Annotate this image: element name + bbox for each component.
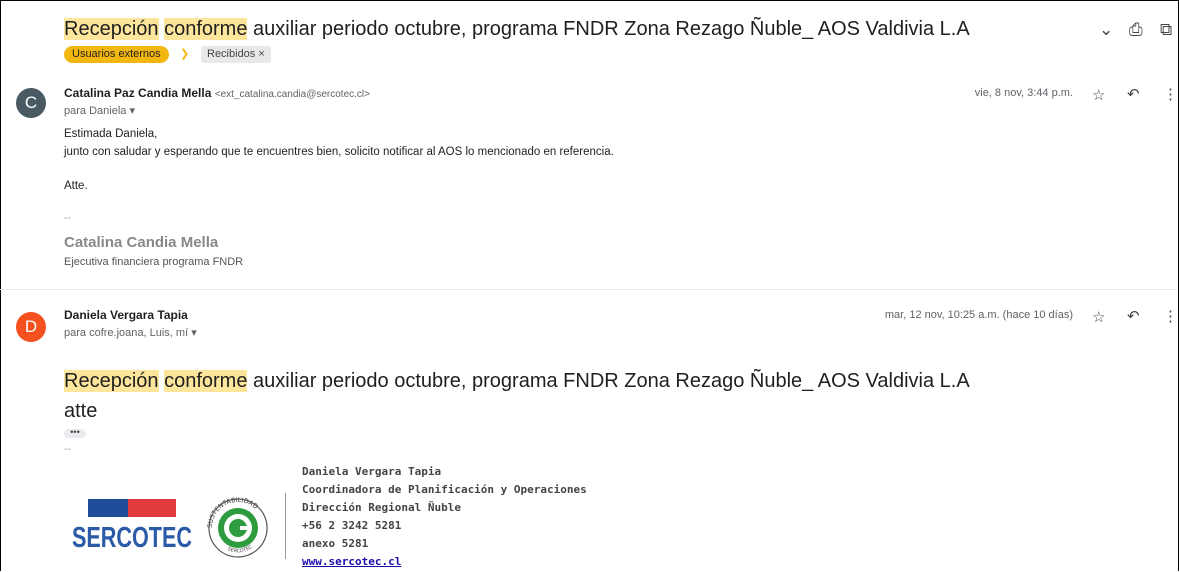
subject-highlight: conforme xyxy=(164,18,248,40)
svg-text:SERCOTEC: SERCOTEC xyxy=(72,522,192,554)
label-external-users[interactable]: Usuarios externos xyxy=(64,46,169,63)
signature-line: Dirección Regional Ñuble xyxy=(302,501,461,514)
chevron-down-icon: ▾ xyxy=(191,327,197,339)
message-body-line: Estimada Daniela, xyxy=(64,128,158,140)
signature-line: +56 2 3242 5281 xyxy=(302,519,402,532)
show-trimmed-content-button[interactable]: ••• xyxy=(64,428,86,438)
sustainability-seal: SUSTENTABILIDAD SERCOTEC xyxy=(202,490,274,569)
star-icon[interactable]: ☆ xyxy=(1092,308,1105,326)
star-icon[interactable]: ☆ xyxy=(1092,86,1105,104)
sender-name: Daniela Vergara Tapia xyxy=(64,308,188,322)
reply-icon[interactable]: ↶ xyxy=(1127,307,1140,325)
print-icon[interactable]: ⎙ xyxy=(1129,20,1143,40)
avatar[interactable]: D xyxy=(16,312,46,342)
message-date: vie, 8 nov, 3:44 p.m. xyxy=(974,87,1073,99)
message-body-line: atte xyxy=(64,400,98,422)
chevron-down-icon: ▾ xyxy=(129,105,135,117)
signature-separator: -- xyxy=(64,213,71,224)
subject-highlight: Recepción xyxy=(64,18,159,40)
message-body-line: Atte. xyxy=(64,180,88,192)
label-arrow-icon: ❯ xyxy=(180,48,190,60)
subject-highlight: Recepción xyxy=(64,370,159,392)
sender-name: Catalina Paz Candia Mella <ext_catalina.… xyxy=(64,86,370,100)
signature-separator: -- xyxy=(64,444,71,455)
recipients-dropdown[interactable]: para cofre.joana, Luis, mí ▾ xyxy=(64,326,197,339)
sercotec-logo: SERCOTEC xyxy=(72,499,196,560)
email-subject: Recepción conforme auxiliar periodo octu… xyxy=(64,18,970,40)
signature-divider xyxy=(285,493,286,559)
sender-email: <ext_catalina.candia@sercotec.cl> xyxy=(214,89,370,100)
recipients-dropdown[interactable]: para Daniela ▾ xyxy=(64,104,135,117)
reply-icon[interactable]: ↶ xyxy=(1127,85,1140,103)
signature-name: Catalina Candia Mella xyxy=(64,234,219,251)
quoted-subject: Recepción conforme auxiliar periodo octu… xyxy=(64,370,970,392)
more-options-icon[interactable]: ⋮ xyxy=(1163,85,1178,103)
website-link[interactable]: www.sercotec.cl xyxy=(302,555,401,568)
open-new-window-icon[interactable]: ⧉ xyxy=(1160,20,1172,40)
collapse-all-icon[interactable]: ⌄ xyxy=(1099,20,1113,40)
signature-line: Coordinadora de Planificación y Operacio… xyxy=(302,483,587,496)
message-divider xyxy=(0,289,1177,290)
message-body-line: junto con saludar y esperando que te enc… xyxy=(64,146,614,158)
signature-role: Ejecutiva financiera programa FNDR xyxy=(64,256,244,268)
more-options-icon[interactable]: ⋮ xyxy=(1163,307,1178,325)
signature-line: Daniela Vergara Tapia xyxy=(302,465,442,478)
signature-line: anexo 5281 xyxy=(302,537,369,550)
message-date: mar, 12 nov, 10:25 a.m. (hace 10 días) xyxy=(884,309,1073,321)
avatar[interactable]: C xyxy=(16,88,46,118)
label-inbox[interactable]: Recibidos × xyxy=(201,46,271,63)
remove-label-icon[interactable]: × xyxy=(258,48,264,60)
subject-highlight: conforme xyxy=(164,370,248,392)
